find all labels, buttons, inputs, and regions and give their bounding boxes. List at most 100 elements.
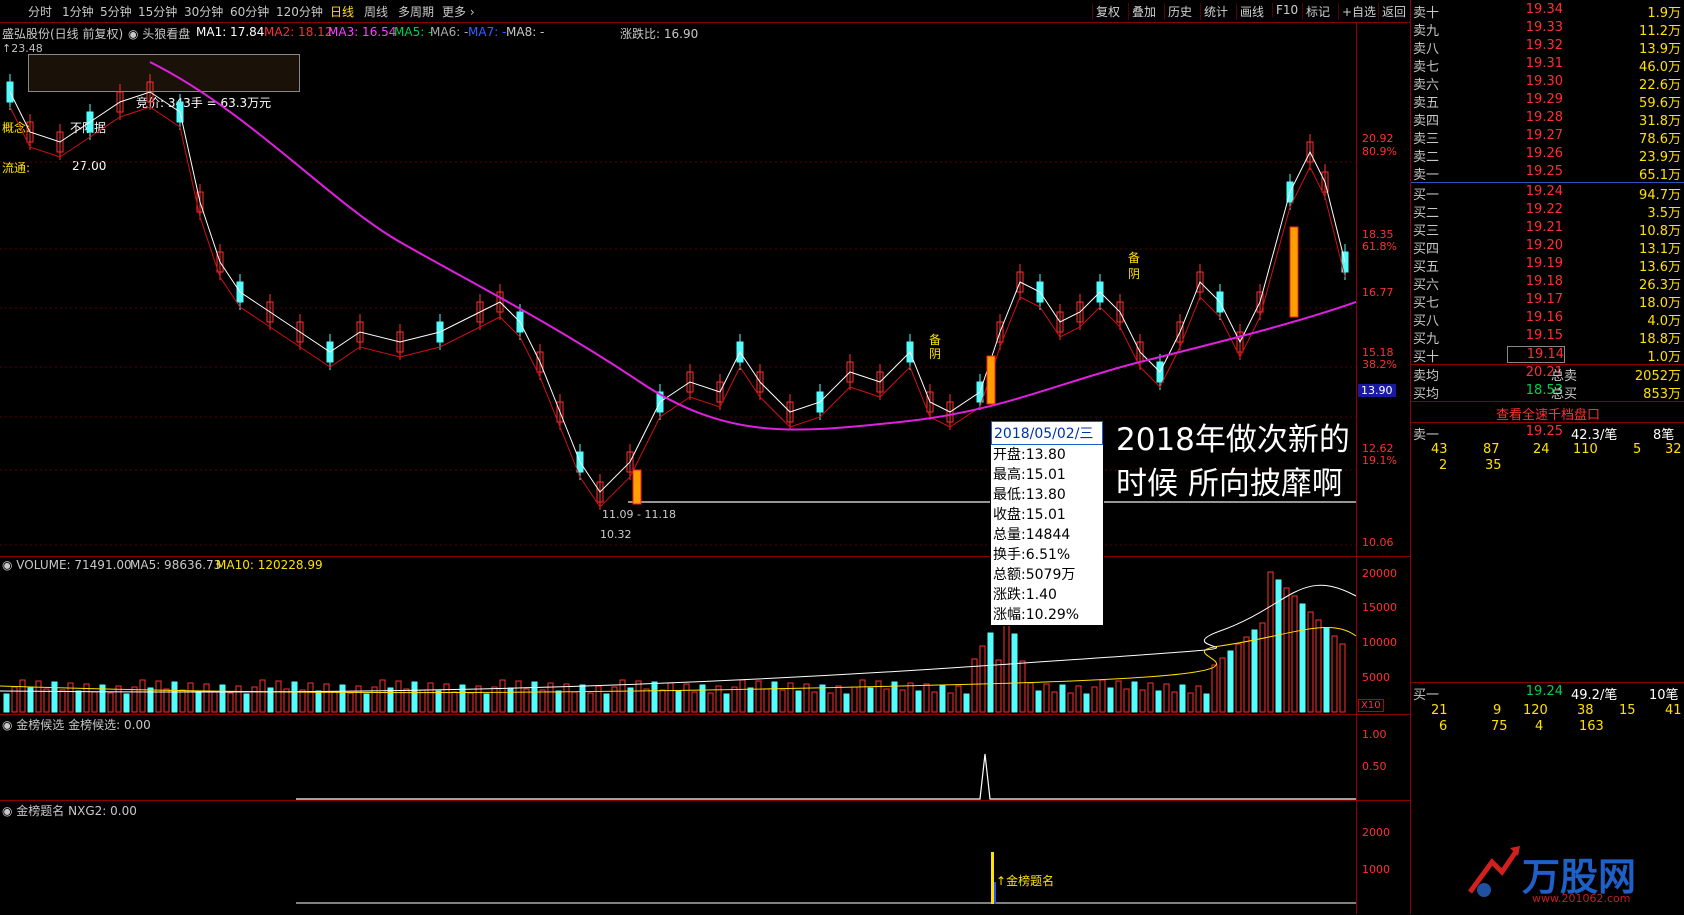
level-label: 买三 [1413, 224, 1440, 239]
volume-chart[interactable] [0, 556, 1356, 714]
f10-button[interactable]: F10 [1272, 3, 1301, 17]
level-volume: 1.0万 [1647, 350, 1681, 365]
order-book: 卖十 19.34 1.9万 卖九 19.33 11.2万 卖八 19.32 13.9万 卖七 19.… [1410, 0, 1684, 914]
level-volume: 13.1万 [1639, 242, 1681, 257]
sell-level-row[interactable]: 卖七 19.31 46.0万 [1411, 56, 1684, 75]
sell-level-row[interactable]: 卖十 19.34 1.9万 [1411, 2, 1684, 21]
level-label: 卖三 [1413, 132, 1440, 147]
sell-level-row[interactable]: 卖三 19.27 78.6万 [1411, 128, 1684, 147]
period-tab-weekly[interactable]: 周线 [364, 3, 388, 20]
level-volume: 1.9万 [1647, 6, 1681, 21]
period-tab-more[interactable]: 更多 › [442, 3, 475, 20]
buy-level-row[interactable]: 买三 19.21 10.8万 [1411, 220, 1684, 239]
divider [1411, 682, 1684, 683]
buy-level-row[interactable]: 买九 19.15 18.8万 [1411, 328, 1684, 347]
bid1-order: 120 [1523, 703, 1548, 718]
buy-level-row[interactable]: 买八 19.16 4.0万 [1411, 310, 1684, 329]
bid1-order: 75 [1491, 719, 1508, 734]
chevron-right-icon: › [466, 5, 475, 19]
divider [1411, 401, 1684, 402]
ask1-order: 87 [1483, 442, 1500, 457]
level-volume: 13.9万 [1639, 42, 1681, 57]
level-volume: 65.1万 [1639, 168, 1681, 183]
level-price: 19.22 [1525, 202, 1563, 217]
level-volume: 18.8万 [1639, 332, 1681, 347]
level-price: 19.24 [1525, 184, 1563, 199]
period-tab-fenshi[interactable]: 分时 [28, 3, 52, 20]
sell-level-row[interactable]: 卖二 19.26 23.9万 [1411, 146, 1684, 165]
buy-level-row[interactable]: 买六 19.18 26.3万 [1411, 274, 1684, 293]
sell-level-row[interactable]: 卖六 19.30 22.6万 [1411, 74, 1684, 93]
level-price: 19.33 [1525, 20, 1563, 35]
tooltip-amount: 总额:5079万 [993, 567, 1076, 583]
volume-unit-badge: X10 [1358, 699, 1384, 712]
buy-level-row[interactable]: 买一 19.24 94.7万 [1411, 184, 1684, 203]
period-tab-15min[interactable]: 15分钟 [138, 3, 177, 20]
level-label: 买五 [1413, 260, 1440, 275]
sell-level-row[interactable]: 卖八 19.32 13.9万 [1411, 38, 1684, 57]
buy-level-row[interactable]: 买四 19.20 13.1万 [1411, 238, 1684, 257]
period-tab-60min[interactable]: 60分钟 [230, 3, 269, 20]
buy-level-row[interactable]: 买二 19.22 3.5万 [1411, 202, 1684, 221]
history-button[interactable]: 历史 [1164, 3, 1195, 20]
level-price: 19.34 [1525, 2, 1563, 17]
bid1-detail-row: 买一 19.24 49.2/笔 10笔 [1413, 684, 1679, 703]
bid1-order: 163 [1579, 719, 1604, 734]
period-tab-120min[interactable]: 120分钟 [276, 3, 323, 20]
level-volume: 26.3万 [1639, 278, 1681, 293]
view-full-depth-link[interactable]: 查看全速千档盘口 [1411, 404, 1684, 423]
back-button[interactable]: 返回 [1378, 3, 1409, 20]
level-volume: 3.5万 [1647, 206, 1681, 221]
jinbang-title-tick: 1000 [1362, 863, 1390, 876]
sell-level-row[interactable]: 卖九 19.33 11.2万 [1411, 20, 1684, 39]
stats-button[interactable]: 统计 [1200, 3, 1231, 20]
level-price: 19.32 [1525, 38, 1563, 53]
draw-line-button[interactable]: 画线 [1236, 3, 1267, 20]
period-tab-30min[interactable]: 30分钟 [184, 3, 223, 20]
period-tab-multi[interactable]: 多周期 [398, 3, 434, 20]
level-label: 卖十 [1413, 6, 1440, 21]
tooltip-turnover: 换手:6.51% [993, 547, 1071, 563]
period-tab-daily[interactable]: 日线 [330, 3, 354, 20]
tooltip-low: 最低:13.80 [993, 487, 1066, 503]
site-logo: 万股网 www.201062.com [1462, 842, 1682, 910]
tooltip-change: 涨跌:1.40 [993, 587, 1057, 603]
add-watchlist-button[interactable]: +自选 [1338, 3, 1379, 20]
mark-button[interactable]: 标记 [1302, 3, 1333, 20]
price-pct-tick: 80.9% [1362, 145, 1397, 158]
price-tick: 10.06 [1362, 536, 1394, 549]
tooltip-volume: 总量:14844 [993, 527, 1071, 543]
period-toolbar: 分时 1分钟 5分钟 15分钟 30分钟 60分钟 120分钟 日线 周线 多周… [0, 0, 1410, 23]
level-price: 19.14 [1507, 346, 1565, 363]
bid1-order: 15 [1619, 703, 1636, 718]
level-price: 19.15 [1525, 328, 1563, 343]
level-label: 买二 [1413, 206, 1440, 221]
jinbang-candidate-tick: 1.00 [1362, 728, 1387, 741]
sell-level-row[interactable]: 卖四 19.28 31.8万 [1411, 110, 1684, 129]
level-label: 卖六 [1413, 78, 1440, 93]
overlay-button[interactable]: 叠加 [1128, 3, 1159, 20]
ask1-order: 35 [1485, 458, 1502, 473]
period-tab-5min[interactable]: 5分钟 [100, 3, 132, 20]
jinbang-candidate-chart[interactable] [0, 714, 1356, 800]
buy-level-row[interactable]: 买七 19.17 18.0万 [1411, 292, 1684, 311]
level-label: 卖二 [1413, 150, 1440, 165]
level-volume: 22.6万 [1639, 78, 1681, 93]
level-price: 19.20 [1525, 238, 1563, 253]
ask1-detail-row: 卖一 19.25 42.3/笔 8笔 [1413, 424, 1675, 443]
level-price: 19.21 [1525, 220, 1563, 235]
sell-level-row[interactable]: 卖一 19.25 65.1万 [1411, 164, 1684, 183]
jinbang-title-chart[interactable] [0, 800, 1356, 914]
level-volume: 23.9万 [1639, 150, 1681, 165]
price-pct-tick: 38.2% [1362, 358, 1397, 371]
annotation-line-2: 时候 所向披靡啊 [1116, 466, 1343, 502]
period-tab-1min[interactable]: 1分钟 [62, 3, 94, 20]
sell-level-row[interactable]: 卖五 19.29 59.6万 [1411, 92, 1684, 111]
level-label: 卖五 [1413, 96, 1440, 111]
fuquan-button[interactable]: 复权 [1092, 3, 1123, 20]
price-pct-tick: 19.1% [1362, 454, 1397, 467]
level-volume: 31.8万 [1639, 114, 1681, 129]
buy-level-row[interactable]: 买十 19.14 1.0万 [1411, 346, 1684, 365]
ask1-order: 24 [1533, 442, 1550, 457]
buy-level-row[interactable]: 买五 19.19 13.6万 [1411, 256, 1684, 275]
